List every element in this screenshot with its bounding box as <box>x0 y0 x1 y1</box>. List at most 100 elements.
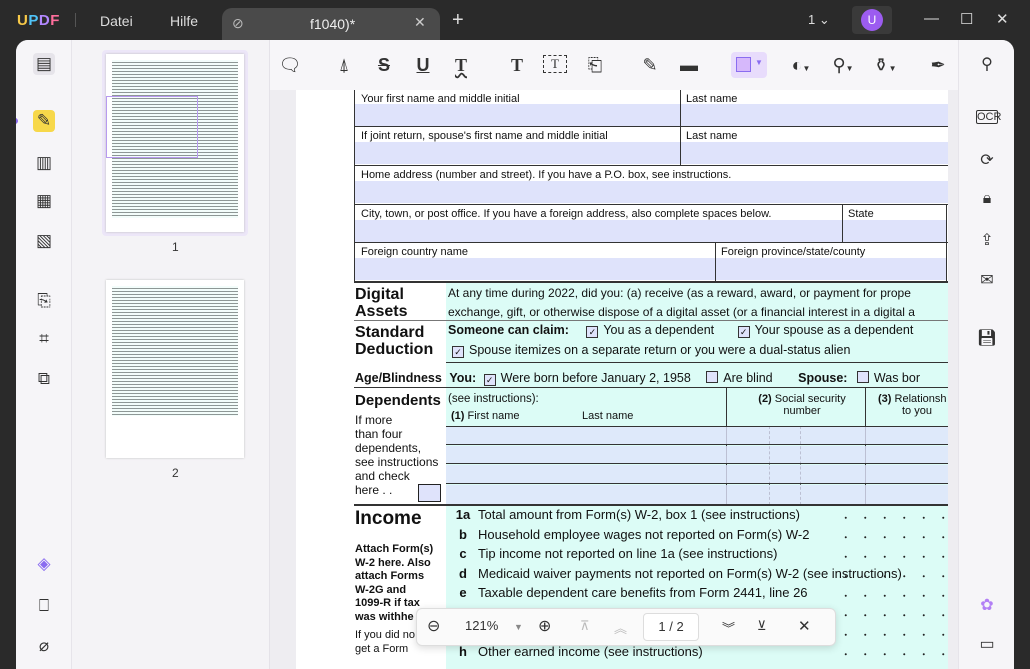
dep-last-name-header: Last name <box>582 410 633 422</box>
foreign-country-input[interactable] <box>355 258 715 280</box>
thumbnail-label: 2 <box>172 466 179 480</box>
account-button[interactable]: U <box>852 6 892 34</box>
convert-pdf-icon[interactable]: ⟳ <box>976 150 998 170</box>
zoom-in-button[interactable]: ⊕ <box>538 616 551 636</box>
close-zoombar-button[interactable]: ✕ <box>798 617 811 635</box>
crop-icon[interactable]: ⌗ <box>33 328 55 350</box>
pin-icon[interactable]: ⚲▼ <box>826 55 860 76</box>
spouse-name-label: If joint return, spouse's first name and… <box>361 130 608 142</box>
zoom-level[interactable]: 121% <box>465 618 498 633</box>
spouse-last-name-label: Last name <box>686 130 737 142</box>
income-title: Income <box>355 510 422 527</box>
email-icon[interactable]: ✉ <box>976 270 998 290</box>
save-icon[interactable]: 💾︎ <box>976 328 998 348</box>
page-number-input[interactable]: 1 / 2 <box>643 613 699 641</box>
comments-panel-icon[interactable]: ▭ <box>976 634 998 654</box>
reader-mode-icon[interactable]: ▤ <box>33 53 55 75</box>
you-dependent-checkbox[interactable]: ✓You as a dependent <box>586 323 714 337</box>
dep-row[interactable] <box>446 446 948 464</box>
previous-page-button[interactable]: ︽ <box>614 618 627 637</box>
spouse-itemizes-checkbox[interactable]: ✓Spouse itemizes on a separate return or… <box>452 343 850 358</box>
last-page-button[interactable]: ⊻ <box>757 618 767 634</box>
thumbnail-page-2[interactable] <box>106 280 244 458</box>
menu-datei[interactable]: Datei <box>100 13 133 29</box>
last-name-input[interactable] <box>681 104 948 126</box>
title-bar: UPDF Datei Hilfe ⊘ f1040)* ✕ + 1 ⌄ U — ☐… <box>0 0 1030 40</box>
close-tab-icon[interactable]: ✕ <box>414 14 426 31</box>
state-input[interactable] <box>843 220 946 242</box>
edit-pdf-icon[interactable]: ▥ <box>33 152 55 174</box>
share-icon[interactable]: ⇪ <box>976 230 998 250</box>
foreign-province-label: Foreign province/state/county <box>721 246 865 258</box>
dep-row[interactable] <box>446 485 948 504</box>
attachment-icon[interactable]: ⌀ <box>33 635 55 657</box>
comment-icon[interactable]: 🗨 <box>278 55 302 76</box>
no-form-note: If you did noget a Form <box>355 628 415 656</box>
main-panel: ▤ ✎ ▥ ▦ ▧ ⎘ ⌗ ⧉ ◈ ⎕ ⌀ 1 2 🗨 ⍋ S U T T T … <box>16 40 1014 669</box>
highlight-icon[interactable]: ⍋ <box>332 55 356 76</box>
document-tab[interactable]: ⊘ f1040)* ✕ <box>222 8 440 40</box>
right-tool-rail: ⚲ OCR ⟳ 🔒︎ ⇪ ✉ 💾︎ ✿ ▭ <box>958 40 1014 669</box>
ocr-icon[interactable]: OCR <box>976 110 998 124</box>
pdf-page: Your first name and middle initial Last … <box>296 90 948 669</box>
sticker-icon[interactable]: ◐▼ <box>784 55 818 76</box>
dep-ssn-header: (2) Social securitynumber <box>732 393 872 417</box>
eraser-icon[interactable]: ▬ <box>677 55 701 76</box>
comment-mode-icon[interactable]: ✎ <box>33 110 55 132</box>
dep-row[interactable] <box>446 427 948 445</box>
born-before-checkbox[interactable]: ✓Were born before January 2, 1958 <box>484 371 691 385</box>
organize-pages-icon[interactable]: ▦ <box>33 190 55 212</box>
spouse-dependent-checkbox[interactable]: ✓Your spouse as a dependent <box>738 323 914 337</box>
page-count-dropdown[interactable]: 1 ⌄ <box>808 12 830 28</box>
are-blind-checkbox[interactable]: Are blind <box>706 371 772 385</box>
dep-relationship-header: (3) Relationshto you <box>878 393 947 417</box>
first-page-button[interactable]: ⊼ <box>580 618 590 634</box>
compress-icon[interactable]: ⧉ <box>33 368 55 390</box>
foreign-country-label: Foreign country name <box>361 246 468 258</box>
shape-tool-button[interactable]: ▼ <box>731 52 767 78</box>
fill-sign-icon[interactable]: ▧ <box>33 230 55 252</box>
underline-icon[interactable]: U <box>411 55 435 76</box>
digital-assets-text: At any time during 2022, did you: (a) re… <box>448 286 911 300</box>
spouse-first-name-input[interactable] <box>355 142 680 164</box>
ai-assistant-icon[interactable]: ✿ <box>976 595 998 615</box>
more-dependents-checkbox[interactable] <box>418 484 441 502</box>
updf-logo: UPDF <box>17 12 60 29</box>
spouse-last-name-input[interactable] <box>681 142 948 164</box>
state-label: State <box>848 208 874 220</box>
zoom-dropdown-icon[interactable]: ▼ <box>514 622 523 632</box>
new-tab-button[interactable]: + <box>452 9 464 32</box>
strikethrough-icon[interactable]: S <box>372 55 396 76</box>
annotation-toolbar: 🗨 ⍋ S U T T T ⎗ ✎ ▬ ▼ ◐▼ ⚲▼ ⚱▼ ✒ <box>270 40 958 90</box>
close-window-button[interactable]: ✕ <box>996 10 1009 28</box>
layers-icon[interactable]: ◈ <box>33 553 55 575</box>
maximize-button[interactable]: ☐ <box>960 10 973 28</box>
left-tool-rail: ▤ ✎ ▥ ▦ ▧ ⎘ ⌗ ⧉ ◈ ⎕ ⌀ <box>16 40 72 669</box>
first-name-input[interactable] <box>355 104 680 126</box>
minimize-button[interactable]: — <box>924 10 939 27</box>
city-input[interactable] <box>355 220 842 242</box>
squiggly-icon[interactable]: T <box>449 55 473 76</box>
zoom-out-button[interactable]: ⊖ <box>427 616 440 636</box>
was-born-checkbox[interactable]: Was bor <box>857 371 920 385</box>
stamp-icon[interactable]: ⚱▼ <box>868 55 902 76</box>
pencil-icon[interactable]: ✎ <box>638 55 662 76</box>
text-callout-icon[interactable]: ⎗ <box>583 55 607 76</box>
text-icon[interactable]: T <box>505 55 529 76</box>
protect-icon[interactable]: 🔒︎ <box>976 190 998 208</box>
search-icon[interactable]: ⚲ <box>976 54 998 74</box>
menu-hilfe[interactable]: Hilfe <box>170 13 198 29</box>
dependents-instructions: (see instructions): <box>448 393 539 405</box>
age-blindness-title: Age/Blindness <box>355 371 442 385</box>
address-input[interactable] <box>355 181 948 203</box>
thumbnail-page-1[interactable] <box>102 50 248 236</box>
dependents-title: Dependents <box>355 392 441 409</box>
bookmark-icon[interactable]: ⎕ <box>33 595 55 617</box>
thumbnail-label: 1 <box>172 240 179 254</box>
textbox-icon[interactable]: T <box>543 55 567 73</box>
dep-row[interactable] <box>446 465 948 484</box>
convert-icon[interactable]: ⎘ <box>33 290 55 312</box>
next-page-button[interactable]: ︾ <box>722 618 735 637</box>
signature-pen-icon[interactable]: ✒ <box>926 55 950 76</box>
foreign-province-input[interactable] <box>716 258 946 280</box>
